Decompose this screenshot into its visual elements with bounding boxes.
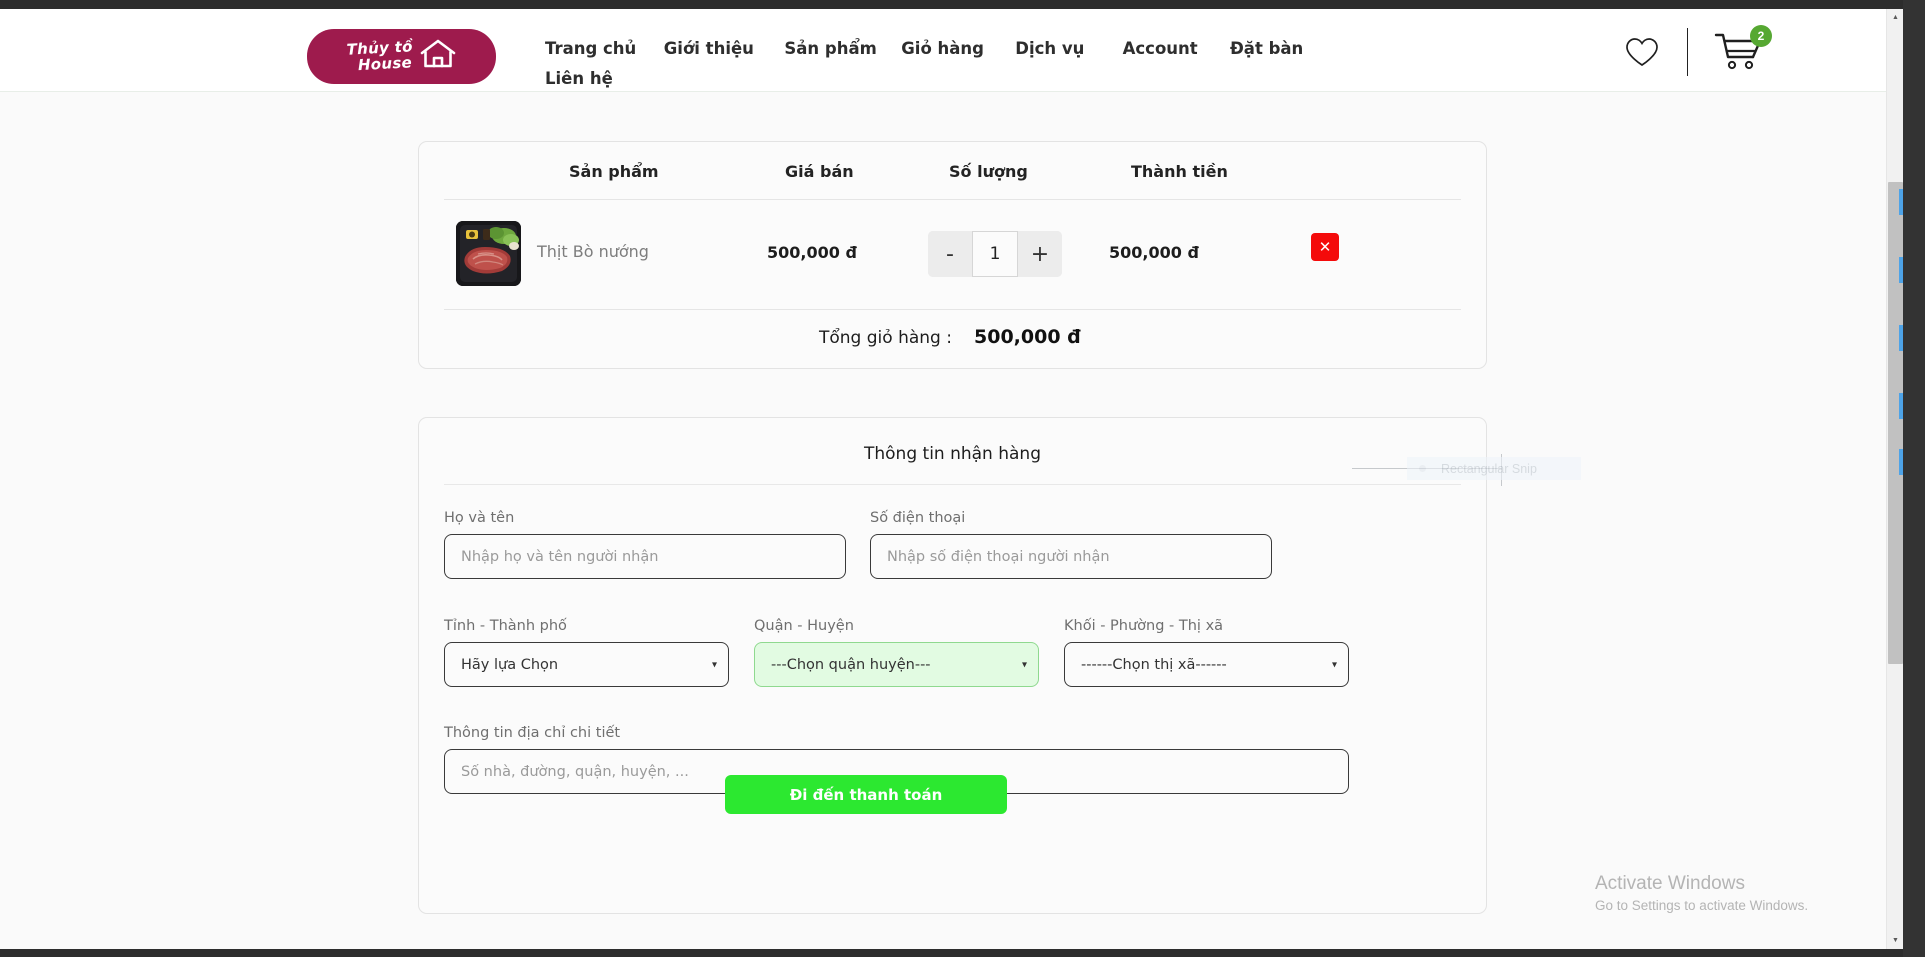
column-header-product: Sản phẩm: [569, 162, 659, 181]
cart-total-row: Tổng giỏ hàng : 500,000 đ: [419, 309, 1486, 369]
quantity-stepper: - 1 +: [928, 231, 1062, 277]
nav-item-trang-chu[interactable]: Trang chủ: [545, 39, 664, 58]
quantity-decrease-button[interactable]: -: [928, 231, 972, 277]
nav-item-san-pham[interactable]: Sản phẩm: [784, 39, 901, 58]
cart-summary-card: Sản phẩm Giá bán Số lượng Thành tiền Thị…: [418, 141, 1487, 369]
province-select-wrap: Hãy lựa Chọn ▾: [444, 642, 729, 687]
shipping-form-card: Thông tin nhận hàng Họ và tên Số điện th…: [418, 417, 1487, 914]
browser-bottom-chrome: [0, 949, 1925, 957]
snip-tool-tooltip: Rectangular Snip: [1407, 457, 1581, 480]
label-province: Tỉnh - Thành phố: [444, 618, 567, 634]
nav-item-gio-hang[interactable]: Giỏ hàng: [901, 39, 1015, 58]
cart-table-header: Sản phẩm Giá bán Số lượng Thành tiền: [419, 142, 1486, 199]
snip-icon: [1419, 465, 1426, 472]
scrollbar-find-mark: [1899, 189, 1903, 215]
label-ward: Khối - Phường - Thị xã: [1064, 618, 1224, 634]
logo-line-2: House: [357, 52, 413, 74]
nav-item-dich-vu[interactable]: Dịch vụ: [1015, 39, 1122, 58]
label-address: Thông tin địa chỉ chi tiết: [444, 725, 621, 741]
scroll-down-arrow[interactable]: ▼: [1887, 932, 1904, 949]
product-name[interactable]: Thịt Bò nướng: [537, 242, 649, 261]
windows-activation-watermark: Activate Windows Go to Settings to activ…: [1595, 871, 1808, 916]
phone-input[interactable]: [870, 534, 1272, 579]
district-select[interactable]: ---Chọn quận huyện---: [754, 642, 1039, 687]
header-icon-group: 2: [1619, 25, 1772, 77]
scrollbar-find-mark: [1899, 449, 1903, 475]
product-unit-price: 500,000 đ: [767, 243, 857, 262]
main-navigation: Trang chủ Giới thiệu Sản phẩm Giỏ hàng D…: [545, 39, 1325, 88]
column-header-subtotal: Thành tiền: [1131, 162, 1228, 181]
scrollbar-find-mark: [1899, 325, 1903, 351]
form-title-rule: [444, 484, 1461, 485]
product-line-total: 500,000 đ: [1109, 243, 1199, 262]
province-select[interactable]: Hãy lựa Chọn: [444, 642, 729, 687]
shopping-cart-icon[interactable]: 2: [1710, 25, 1772, 77]
house-icon: [420, 39, 456, 74]
logo-text: Thủy tồ House: [346, 37, 414, 74]
nav-item-gioi-thieu[interactable]: Giới thiệu: [664, 39, 785, 58]
column-header-price: Giá bán: [785, 162, 854, 181]
watermark-subtitle: Go to Settings to activate Windows.: [1595, 897, 1809, 913]
label-district: Quận - Huyện: [754, 618, 854, 634]
browser-right-chrome: [1903, 0, 1925, 957]
scroll-up-arrow[interactable]: ▲: [1887, 9, 1904, 26]
quantity-value[interactable]: 1: [972, 231, 1018, 277]
table-row: Thịt Bò nướng 500,000 đ - 1 + 500,000 đ …: [419, 199, 1486, 309]
district-select-wrap: ---Chọn quận huyện--- ▾: [754, 642, 1039, 687]
scrollbar-thumb[interactable]: [1888, 182, 1903, 664]
site-header: Thủy tồ House Trang chủ Giới thiệu Sản p…: [0, 9, 1903, 92]
nav-item-lien-he[interactable]: Liên hệ: [545, 69, 670, 88]
cart-total-label: Tổng giỏ hàng :: [819, 328, 952, 348]
cart-count-badge: 2: [1750, 25, 1772, 47]
heart-icon[interactable]: [1619, 29, 1665, 75]
quantity-increase-button[interactable]: +: [1018, 231, 1062, 277]
snip-tool-label: Rectangular Snip: [1441, 461, 1537, 476]
scrollbar-find-mark: [1899, 257, 1903, 283]
nav-item-account[interactable]: Account: [1123, 39, 1230, 58]
page-viewport: Thủy tồ House Trang chủ Giới thiệu Sản p…: [0, 9, 1903, 949]
label-fullname: Họ và tên: [444, 510, 515, 526]
go-to-checkout-button[interactable]: Đi đến thanh toán: [725, 775, 1007, 814]
page-scrollbar[interactable]: ▲ ▼: [1886, 9, 1903, 949]
fullname-input[interactable]: [444, 534, 846, 579]
form-title: Thông tin nhận hàng: [864, 444, 1041, 464]
ward-select-wrap: ------Chọn thị xã------ ▾: [1064, 642, 1349, 687]
label-phone: Số điện thoại: [870, 510, 966, 526]
ward-select[interactable]: ------Chọn thị xã------: [1064, 642, 1349, 687]
cart-total-value: 500,000 đ: [974, 326, 1081, 348]
watermark-title: Activate Windows: [1595, 873, 1745, 894]
cart-table: Sản phẩm Giá bán Số lượng Thành tiền Thị…: [419, 142, 1486, 369]
browser-top-chrome: [0, 0, 1925, 9]
scrollbar-find-mark: [1899, 393, 1903, 419]
column-header-quantity: Số lượng: [949, 162, 1028, 181]
site-logo[interactable]: Thủy tồ House: [307, 29, 496, 84]
header-divider: [1687, 28, 1688, 76]
remove-item-button[interactable]: ✕: [1311, 233, 1339, 261]
product-thumbnail[interactable]: [456, 221, 521, 286]
nav-item-dat-ban[interactable]: Đặt bàn: [1230, 39, 1325, 58]
